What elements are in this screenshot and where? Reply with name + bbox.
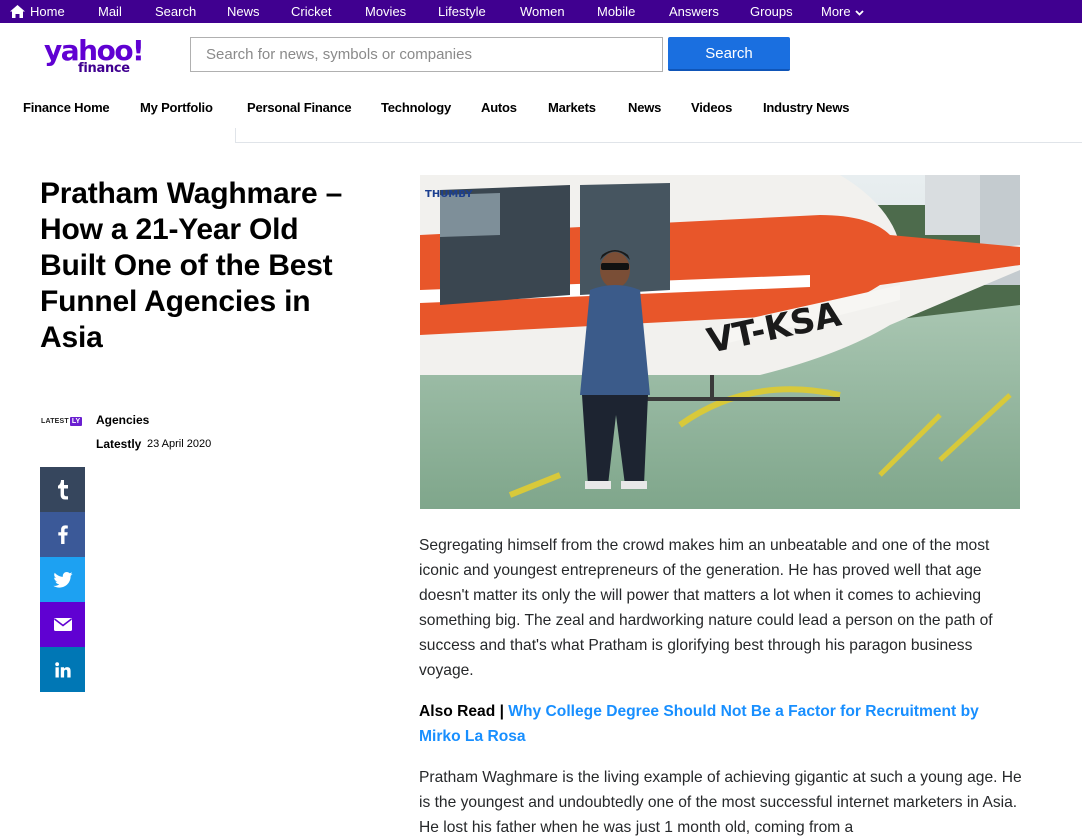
- article-date: 23 April 2020: [147, 438, 212, 450]
- topbar-movies-link[interactable]: Movies: [365, 0, 406, 23]
- topbar-home-link[interactable]: Home: [10, 0, 65, 23]
- share-linkedin-button[interactable]: [40, 647, 85, 692]
- chevron-down-icon: [854, 9, 864, 16]
- topbar-mail-link[interactable]: Mail: [98, 0, 122, 23]
- helicopter-photo: VT-KSA THUMBY: [420, 175, 1020, 509]
- topbar-cricket-link[interactable]: Cricket: [291, 0, 331, 23]
- tab-finance-home[interactable]: Finance Home: [23, 100, 110, 115]
- article-paragraph-1: Segregating himself from the crowd makes…: [419, 537, 993, 679]
- tab-autos[interactable]: Autos: [481, 100, 517, 115]
- share-facebook-button[interactable]: [40, 512, 85, 557]
- topbar-home-label: Home: [30, 3, 65, 19]
- article-paragraph-2: Pratham Waghmare is the living example o…: [419, 769, 1022, 836]
- linkedin-icon: [54, 661, 71, 677]
- tab-personal-finance[interactable]: Personal Finance: [247, 100, 352, 115]
- topbar-answers-link[interactable]: Answers: [669, 0, 719, 23]
- also-read-label: Also Read |: [419, 703, 504, 720]
- twitter-icon: [52, 571, 73, 588]
- topbar-mobile-link[interactable]: Mobile: [597, 0, 635, 23]
- hero-brand-text: THUMBY: [425, 189, 473, 200]
- provider-logo-badge: LY: [69, 416, 83, 426]
- home-icon: [10, 5, 25, 18]
- nav-underline: [235, 142, 1082, 143]
- nav-divider: [235, 128, 236, 143]
- search-input[interactable]: [190, 37, 663, 72]
- tab-technology[interactable]: Technology: [381, 100, 451, 115]
- article-hero-image: VT-KSA THUMBY: [420, 175, 1020, 509]
- article-title: Pratham Waghmare – How a 21-Year Old Bui…: [40, 177, 343, 354]
- also-read: Also Read | Why College Degree Should No…: [419, 699, 1019, 749]
- topbar-women-link[interactable]: Women: [520, 0, 565, 23]
- provider-logo[interactable]: LATEST LY: [41, 414, 87, 428]
- tab-industry-news[interactable]: Industry News: [763, 100, 849, 115]
- topbar-news-link[interactable]: News: [227, 0, 260, 23]
- article-author[interactable]: Latestly: [96, 437, 141, 451]
- yahoo-finance-logo[interactable]: yahoo! finance: [44, 37, 145, 78]
- search-button[interactable]: Search: [668, 37, 790, 71]
- facebook-icon: [57, 525, 68, 544]
- share-mail-button[interactable]: [40, 602, 85, 647]
- topbar-more-label: More: [821, 3, 851, 19]
- article-category[interactable]: Agencies: [96, 413, 149, 427]
- provider-logo-text: LATEST: [41, 417, 69, 425]
- tumblr-icon: [57, 479, 68, 499]
- topbar-search-link[interactable]: Search: [155, 0, 196, 23]
- share-tumblr-button[interactable]: [40, 467, 85, 512]
- logo-subtitle: finance: [78, 61, 130, 76]
- topbar-groups-link[interactable]: Groups: [750, 0, 793, 23]
- share-twitter-button[interactable]: [40, 557, 85, 602]
- tab-news[interactable]: News: [628, 100, 661, 115]
- tab-markets[interactable]: Markets: [548, 100, 596, 115]
- topbar-lifestyle-link[interactable]: Lifestyle: [438, 0, 486, 23]
- mail-icon: [53, 618, 72, 631]
- tab-videos[interactable]: Videos: [691, 100, 732, 115]
- topbar-more-menu[interactable]: More: [821, 0, 864, 23]
- top-bar: Home Mail Search News Cricket Movies Lif…: [0, 0, 1082, 23]
- tab-my-portfolio[interactable]: My Portfolio: [140, 100, 213, 115]
